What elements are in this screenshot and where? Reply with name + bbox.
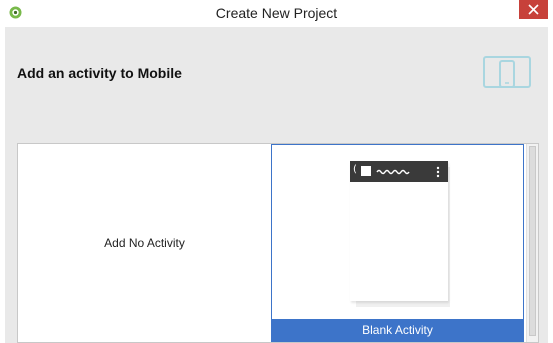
- scroll-thumb[interactable]: [529, 146, 536, 336]
- add-no-activity-label: Add No Activity: [104, 236, 185, 250]
- title-bar: Create New Project: [0, 0, 553, 27]
- add-no-activity-tile[interactable]: Add No Activity: [18, 144, 271, 342]
- close-icon: [528, 4, 539, 15]
- back-icon: (: [353, 164, 357, 175]
- overflow-menu-icon: [436, 166, 440, 178]
- page-title: Add an activity to Mobile: [17, 65, 182, 81]
- preview-action-bar: (: [350, 161, 448, 182]
- window-title: Create New Project: [215, 5, 338, 21]
- gallery-scrollbar[interactable]: [526, 144, 538, 342]
- blank-activity-tile[interactable]: ( Blank Activity: [271, 144, 524, 342]
- title-squiggle: [376, 169, 410, 175]
- close-button[interactable]: [519, 0, 548, 19]
- dialog-body: Add an activity to Mobile Add No Activit…: [5, 27, 548, 343]
- activity-gallery: Add No Activity ( Blank Activity: [17, 143, 539, 343]
- devices-icon: [482, 55, 532, 91]
- app-logo-icon: [361, 166, 371, 176]
- blank-activity-label: Blank Activity: [272, 319, 523, 341]
- activity-preview: (: [350, 161, 448, 301]
